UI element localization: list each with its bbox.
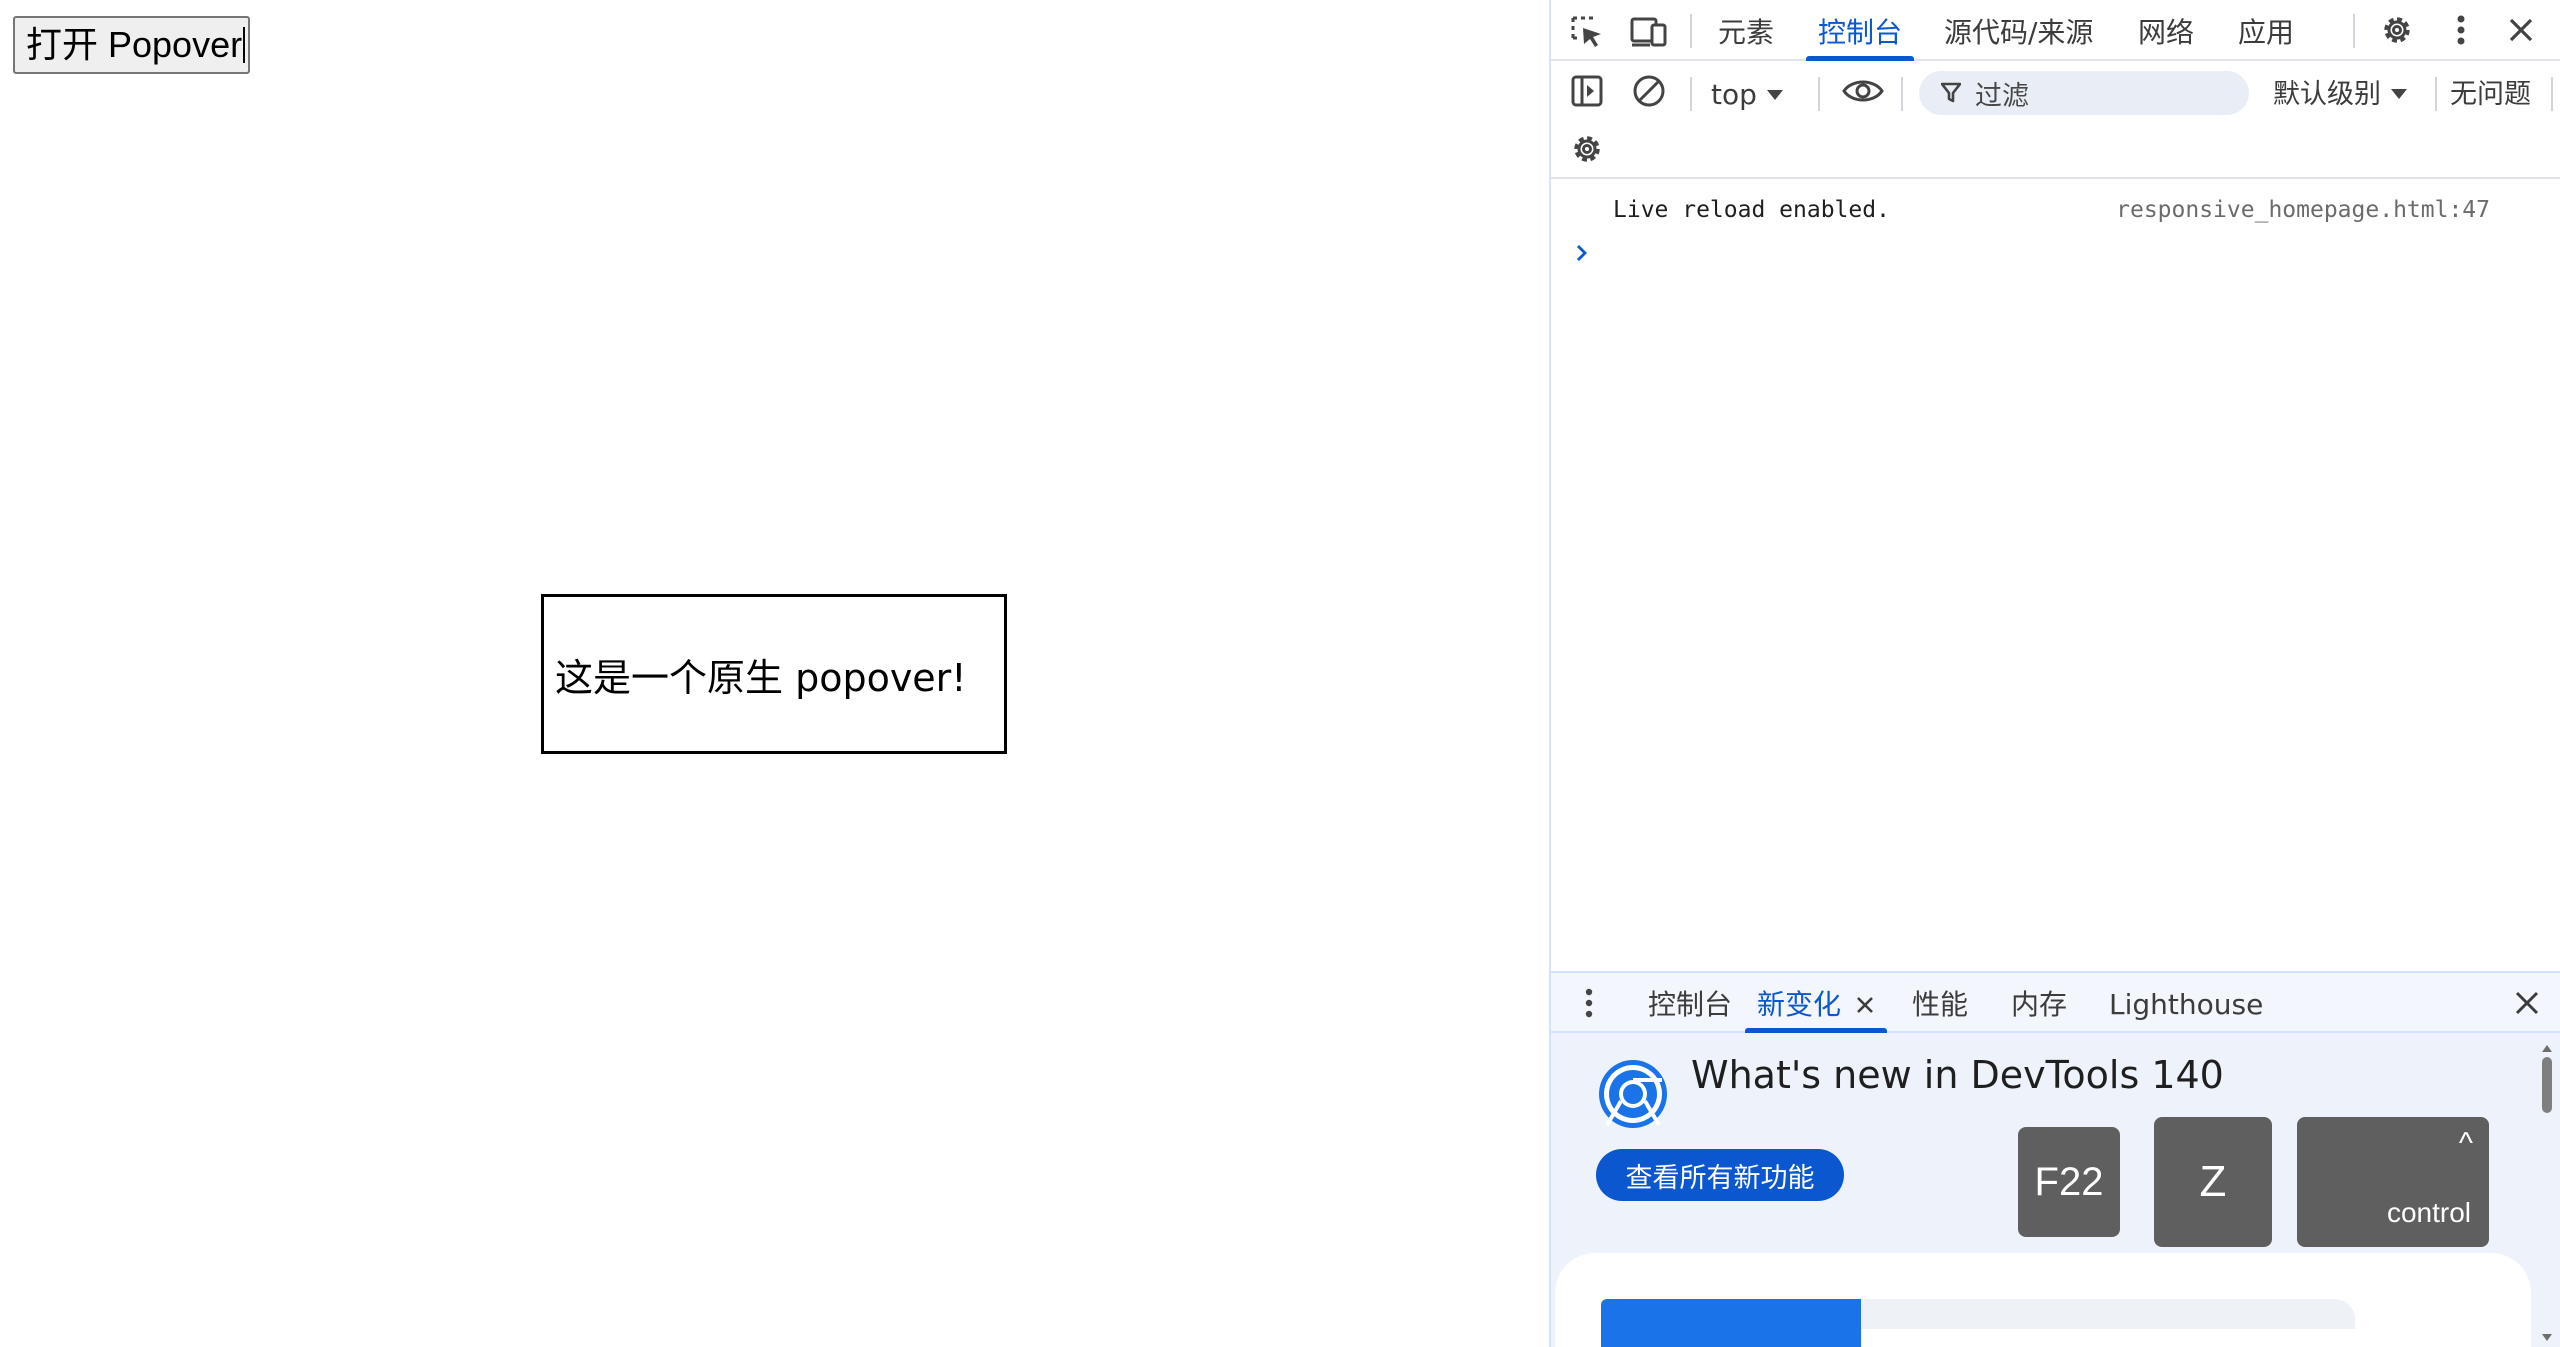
popover: 这是一个原生 popover! bbox=[541, 594, 1007, 754]
toolbar-divider bbox=[1690, 77, 1692, 111]
open-popover-button-label: 打开 Popover bbox=[26, 24, 243, 65]
console-output: Live reload enabled. responsive_homepage… bbox=[1551, 181, 2560, 971]
toolbar-divider bbox=[2353, 14, 2355, 48]
tab-console[interactable]: 控制台 bbox=[1806, 0, 1915, 61]
drawer-menu-icon[interactable] bbox=[1569, 983, 1609, 1023]
log-level-selector[interactable]: 默认级别 bbox=[2273, 71, 2407, 119]
toolbar-divider bbox=[1901, 77, 1903, 111]
devtools-drawer: 控制台 新变化 性能 内存 Lighthouse What's new in D… bbox=[1551, 971, 2560, 1347]
feature-card-thumbnail bbox=[1601, 1299, 1861, 1347]
console-filter-input[interactable]: 过滤 bbox=[1919, 71, 2249, 115]
live-expression-eye-icon[interactable] bbox=[1840, 71, 1886, 111]
settings-gear-icon[interactable] bbox=[2377, 10, 2417, 50]
context-selector[interactable]: top bbox=[1711, 71, 1783, 119]
control-caret-symbol: ^ bbox=[2458, 1127, 2473, 1160]
page-viewport: 打开 Popover 这是一个原生 popover! bbox=[0, 0, 1549, 1347]
tab-sources[interactable]: 源代码/来源 bbox=[1932, 0, 2105, 61]
toolbar-divider bbox=[1818, 77, 1820, 111]
console-message-source-link[interactable]: responsive_homepage.html:47 bbox=[2116, 197, 2490, 223]
chrome-logo-icon bbox=[1596, 1057, 1670, 1131]
log-level-value: 默认级别 bbox=[2273, 79, 2381, 110]
filter-funnel-icon bbox=[1941, 82, 1961, 104]
drawer-tab-console[interactable]: 控制台 bbox=[1636, 973, 1744, 1033]
more-options-icon[interactable] bbox=[2441, 10, 2481, 50]
keyboard-key-f22: F22 bbox=[2018, 1127, 2120, 1237]
context-selector-value: top bbox=[1711, 78, 1757, 111]
devtools-tab-bar: 元素 控制台 源代码/来源 网络 应用 bbox=[1551, 0, 2560, 61]
toolbar-divider bbox=[1690, 14, 1692, 48]
dropdown-arrow-icon bbox=[2391, 89, 2407, 99]
text-caret bbox=[243, 27, 246, 63]
drawer-tab-lighthouse[interactable]: Lighthouse bbox=[2097, 973, 2275, 1033]
whats-new-title: What's new in DevTools 140 bbox=[1691, 1053, 2224, 1097]
tab-network[interactable]: 网络 bbox=[2126, 0, 2206, 61]
console-prompt-chevron-icon[interactable] bbox=[1575, 243, 1595, 263]
control-key-label: control bbox=[2386, 1197, 2471, 1228]
drawer-tab-performance[interactable]: 性能 bbox=[1900, 973, 1980, 1033]
toolbar-divider bbox=[2435, 77, 2437, 111]
drawer-tab-memory[interactable]: 内存 bbox=[1999, 973, 2079, 1033]
issues-counter[interactable]: 无问题 bbox=[2450, 71, 2531, 119]
clear-console-icon[interactable] bbox=[1629, 71, 1669, 111]
drawer-tab-whats-new-label: 新变化 bbox=[1757, 988, 1842, 1021]
close-devtools-icon[interactable] bbox=[2501, 10, 2541, 50]
dropdown-arrow-icon bbox=[1766, 90, 1783, 100]
close-tab-icon[interactable] bbox=[1855, 995, 1875, 1015]
tab-elements[interactable]: 元素 bbox=[1706, 0, 1786, 61]
popover-text: 这是一个原生 popover! bbox=[555, 655, 967, 700]
filter-placeholder: 过滤 bbox=[1975, 80, 2029, 112]
console-message-text: Live reload enabled. bbox=[1613, 197, 1890, 223]
feature-card-placeholder bbox=[1861, 1299, 2355, 1329]
device-toolbar-icon[interactable] bbox=[1629, 12, 1669, 52]
see-all-features-button[interactable]: 查看所有新功能 bbox=[1596, 1149, 1844, 1201]
drawer-tab-bar: 控制台 新变化 性能 内存 Lighthouse bbox=[1551, 973, 2560, 1033]
console-settings-gear-icon[interactable] bbox=[1567, 129, 1607, 169]
toolbar-divider bbox=[2551, 77, 2553, 111]
tab-application[interactable]: 应用 bbox=[2226, 0, 2306, 61]
keyboard-key-z: Z bbox=[2154, 1117, 2272, 1247]
open-popover-button[interactable]: 打开 Popover bbox=[13, 16, 250, 74]
close-drawer-icon[interactable] bbox=[2507, 983, 2547, 1023]
feature-card bbox=[1555, 1253, 2531, 1347]
console-toolbar: top 过滤 默认级别 无问题 bbox=[1551, 63, 2560, 179]
devtools-panel: 元素 控制台 源代码/来源 网络 应用 top 过滤 默认级别 无问题 Live… bbox=[1549, 0, 2560, 1347]
keyboard-key-control: ^ control bbox=[2297, 1117, 2489, 1247]
sidebar-toggle-icon[interactable] bbox=[1567, 71, 1607, 111]
inspect-element-icon[interactable] bbox=[1567, 12, 1607, 52]
drawer-tab-whats-new[interactable]: 新变化 bbox=[1745, 973, 1888, 1033]
whats-new-panel: What's new in DevTools 140 查看所有新功能 F22 Z… bbox=[1551, 1035, 2560, 1347]
console-message: Live reload enabled. responsive_homepage… bbox=[1551, 191, 2560, 231]
drawer-scrollbar-thumb[interactable] bbox=[2542, 1057, 2552, 1113]
